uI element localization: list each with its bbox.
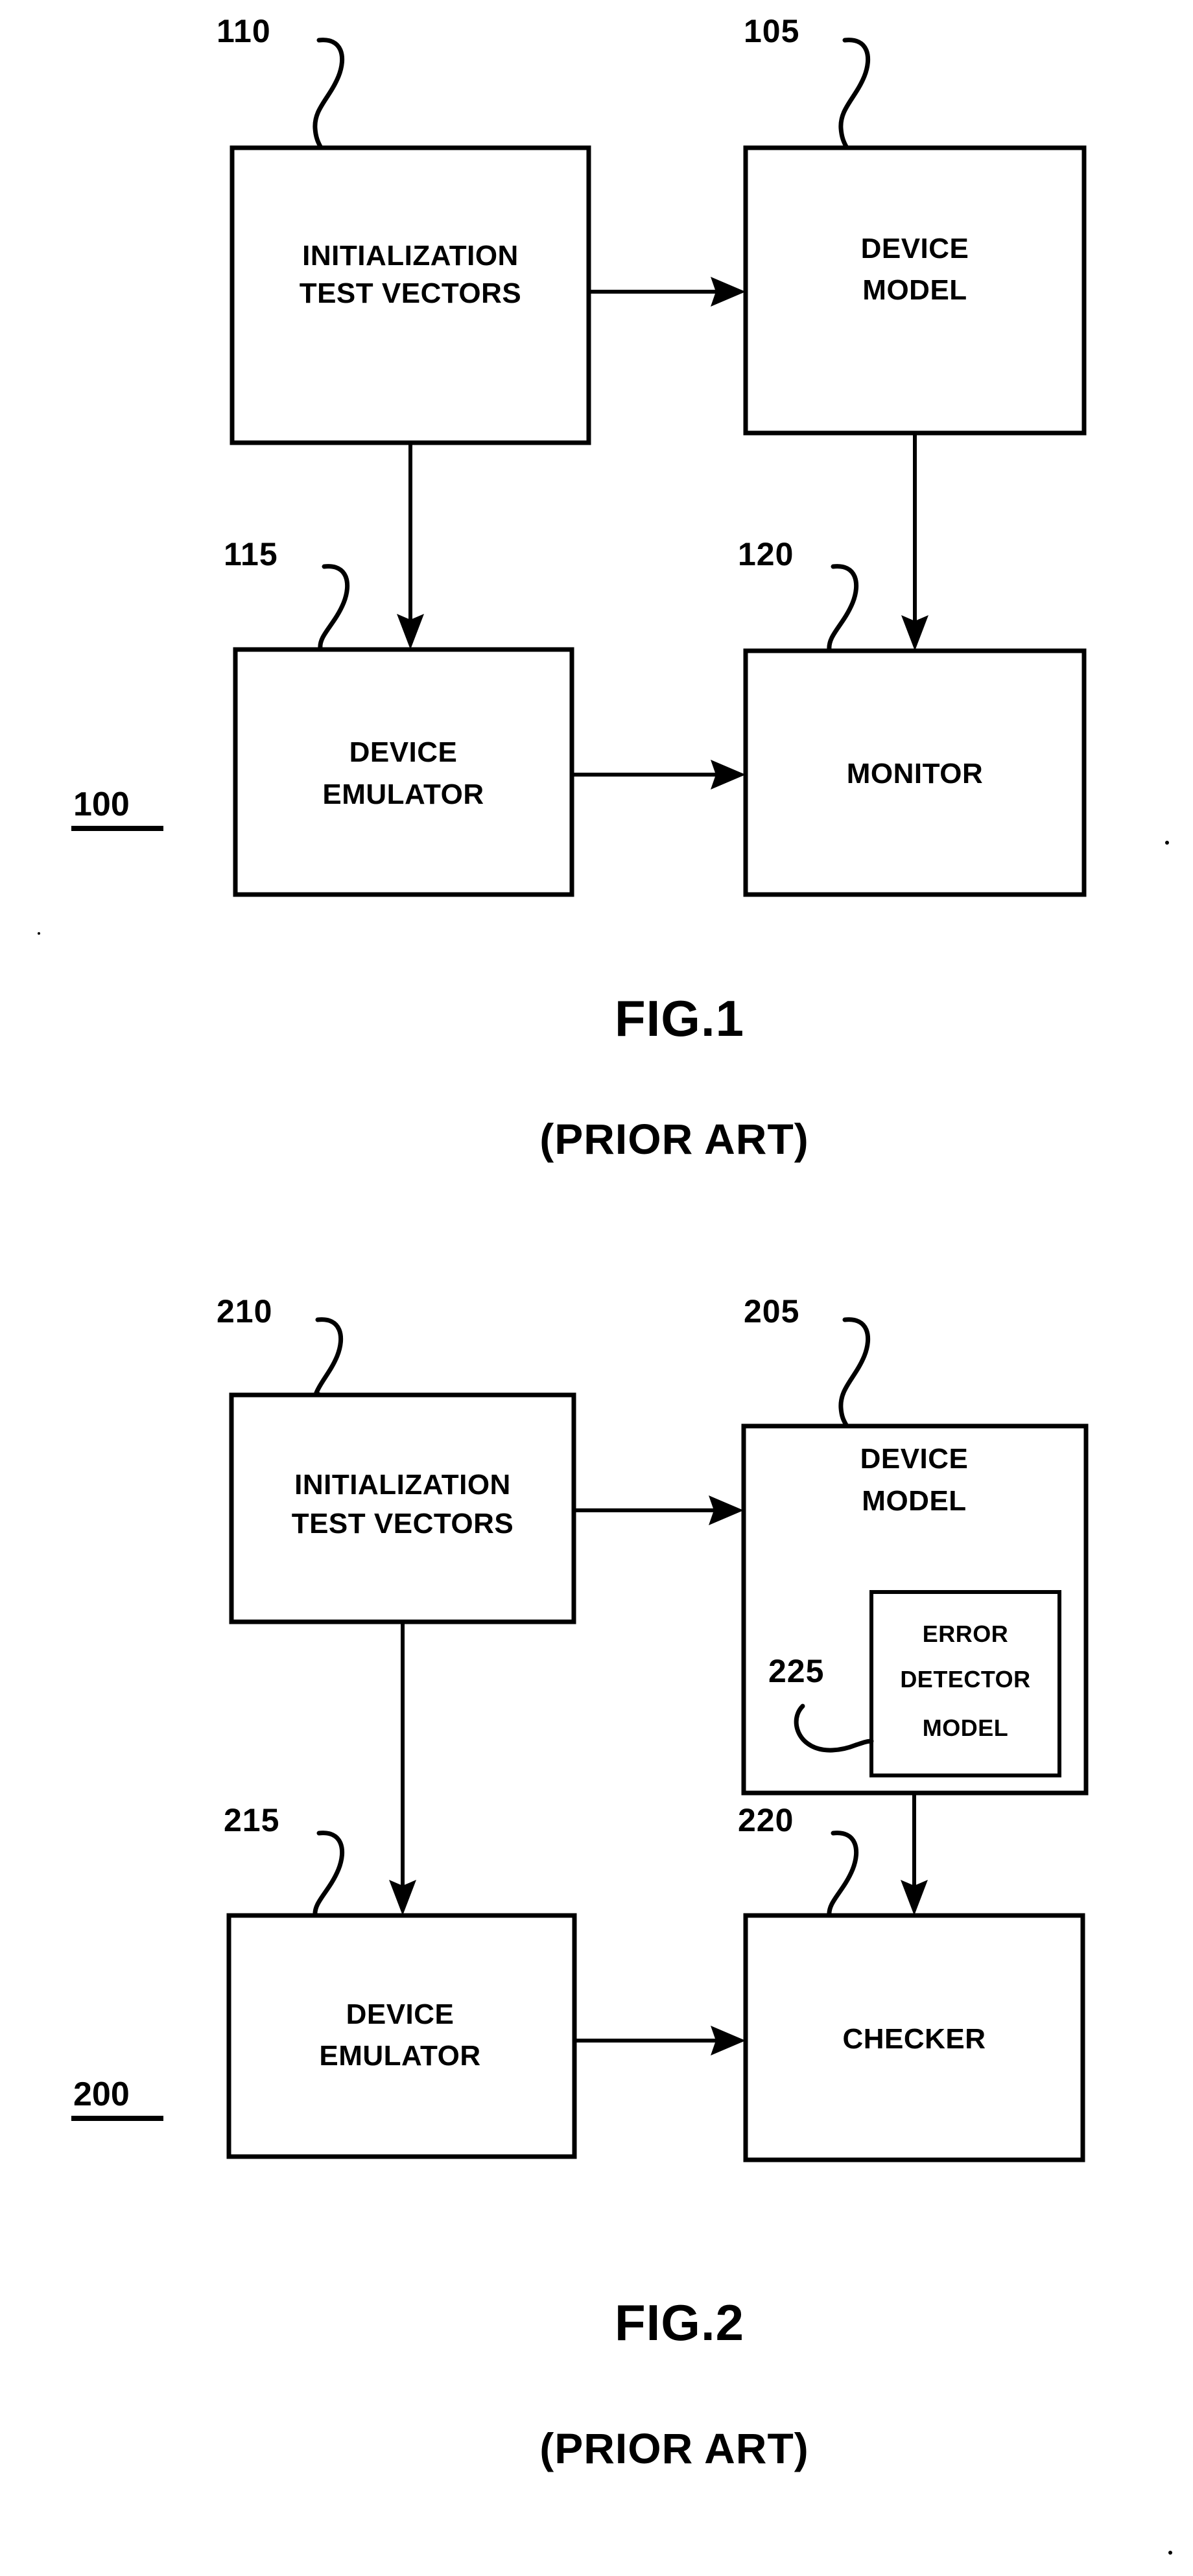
- scan-speck: [1168, 2551, 1172, 2555]
- block-label-line2-225: DETECTOR: [900, 1666, 1030, 1692]
- figure-2-subcaption: (PRIOR ART): [539, 2424, 809, 2472]
- block-label-line2-205: MODEL: [862, 1485, 966, 1517]
- leader-line-205: [838, 1317, 871, 1429]
- leader-line-215: [313, 1831, 345, 1918]
- arrowhead-210-to-205: [709, 1495, 744, 1525]
- block-label-line1-120: MONITOR: [847, 758, 983, 790]
- block-label-line1-105: DEVICE: [861, 233, 969, 264]
- block-label-line1-205: DEVICE: [860, 1443, 969, 1475]
- block-label-line1-220: CHECKER: [842, 2023, 986, 2055]
- reference-number-215: 215: [224, 1802, 279, 1838]
- block-label-line2-110: TEST VECTORS: [300, 277, 522, 309]
- figure-1: 110 105 INITIALIZATION TEST VECTORS DEVI…: [71, 13, 1087, 1163]
- reference-number-115: 115: [224, 536, 278, 572]
- block-label-line1-210: INITIALIZATION: [294, 1469, 511, 1501]
- block-device-emulator-115: [233, 647, 574, 897]
- figure-1-subcaption: (PRIOR ART): [539, 1115, 809, 1163]
- leader-line-115: [318, 564, 350, 651]
- block-label-line2-215: EMULATOR: [319, 2040, 480, 2072]
- system-number-200: 200: [73, 2076, 130, 2113]
- reference-number-110: 110: [217, 13, 271, 49]
- reference-number-210: 210: [217, 1293, 272, 1329]
- scan-speck: [1165, 841, 1169, 845]
- arrowhead-110-to-105: [711, 277, 746, 307]
- block-label-line2-105: MODEL: [862, 274, 967, 306]
- figure-1-caption: FIG.1: [615, 990, 744, 1047]
- reference-number-205: 205: [744, 1293, 799, 1329]
- reference-number-225: 225: [768, 1653, 824, 1689]
- arrowhead-115-to-120: [711, 760, 746, 790]
- arrowhead-215-to-220: [711, 2026, 746, 2055]
- leader-line-110: [313, 38, 345, 150]
- figures-canvas: 110 105 INITIALIZATION TEST VECTORS DEVI…: [38, 13, 1172, 2555]
- patent-drawing-sheet: 110 105 INITIALIZATION TEST VECTORS DEVI…: [0, 0, 1193, 2576]
- block-label-line1-225: ERROR: [923, 1621, 1009, 1647]
- reference-number-220: 220: [738, 1802, 794, 1838]
- reference-number-105: 105: [744, 13, 799, 49]
- leader-line-220: [827, 1831, 859, 1918]
- block-label-line1-215: DEVICE: [346, 1998, 455, 2030]
- figure-2-caption: FIG.2: [615, 2294, 744, 2351]
- system-number-100: 100: [73, 786, 130, 823]
- leader-line-120: [827, 564, 859, 652]
- leader-line-105: [838, 38, 871, 150]
- block-label-line2-115: EMULATOR: [322, 779, 484, 810]
- block-label-line3-225: MODEL: [923, 1715, 1009, 1741]
- scan-speck: [38, 932, 40, 935]
- block-label-line1-110: INITIALIZATION: [302, 240, 519, 272]
- block-device-emulator-215: [226, 1913, 577, 2159]
- figure-2: 210 205 INITIALIZATION TEST VECTORS DEVI…: [71, 1293, 1089, 2472]
- reference-number-120: 120: [738, 536, 794, 572]
- block-label-line2-210: TEST VECTORS: [292, 1508, 514, 1540]
- block-label-line1-115: DEVICE: [349, 736, 458, 768]
